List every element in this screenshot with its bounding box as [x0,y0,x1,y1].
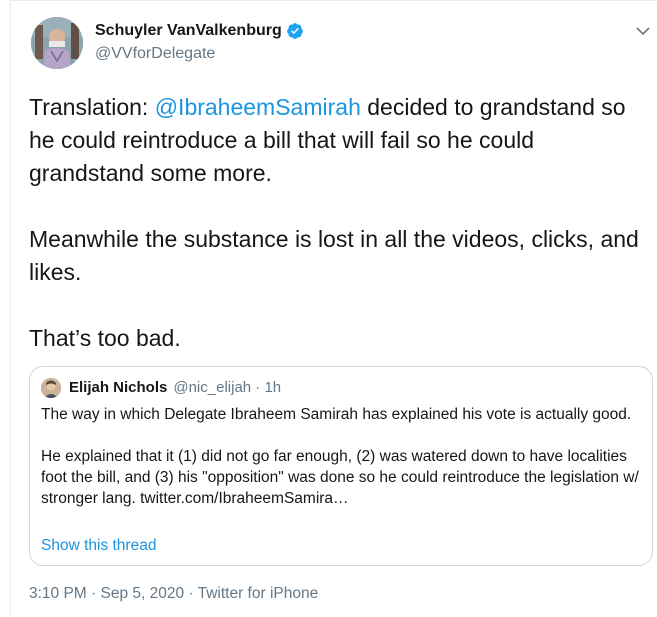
tweet-text: Translation: @IbraheemSamirah decided to… [29,91,649,355]
quoted-avatar [41,378,61,398]
mention-link[interactable]: @IbraheemSamirah [155,94,361,120]
quoted-body: The way in which Delegate Ibraheem Samir… [41,406,639,507]
quoted-tweet[interactable]: Elijah Nichols @nic_elijah · 1h The way i… [29,366,653,566]
author-name[interactable]: Schuyler VanValkenburg [95,22,282,40]
show-thread-link[interactable]: Show this thread [41,537,156,555]
profile-photo-icon [31,17,83,69]
tweet-paragraph-3: That’s too bad. [29,325,181,351]
author-handle[interactable]: @VVforDelegate [95,45,215,63]
quoted-header: Elijah Nichols @nic_elijah · 1h [69,379,281,396]
profile-photo-icon [41,378,61,398]
quoted-author-name: Elijah Nichols [69,379,168,396]
quoted-meta: @nic_elijah · 1h [173,379,282,396]
tweet-prefix: Translation: [29,94,155,120]
tweet-timestamp[interactable]: 3:10 PM · Sep 5, 2020 · Twitter for iPho… [29,585,318,603]
tweet-paragraph-2: Meanwhile the substance is lost in all t… [29,226,646,285]
verified-badge-icon [286,23,303,39]
author-avatar[interactable] [31,17,83,69]
author-name-row[interactable]: Schuyler VanValkenburg [95,22,304,40]
chevron-down-icon[interactable] [636,24,650,38]
